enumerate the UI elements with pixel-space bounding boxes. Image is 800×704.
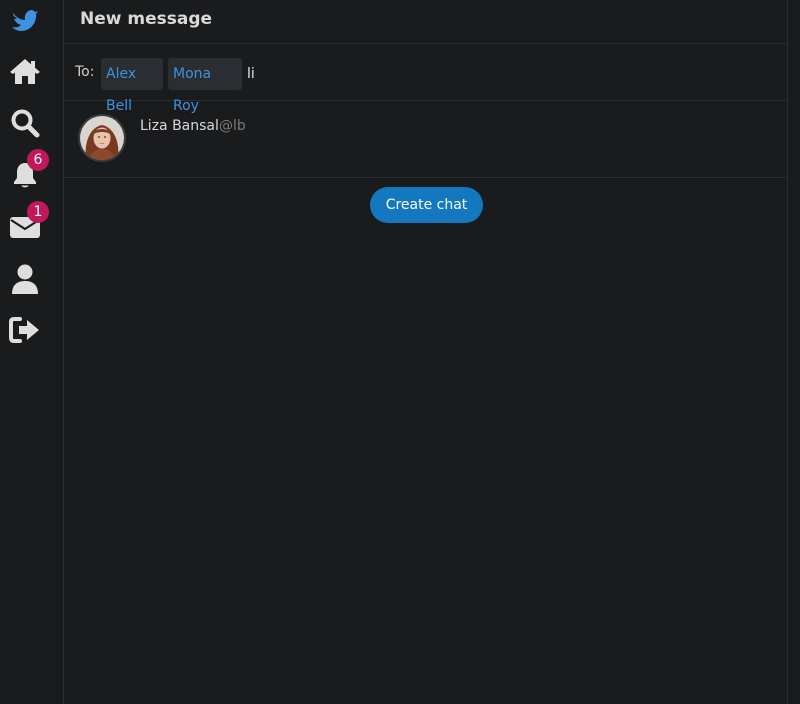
sidebar-item-messages[interactable]: 1 bbox=[0, 201, 50, 247]
recipient-chip-mona-roy[interactable]: Mona Roy bbox=[168, 58, 242, 114]
sidebar: 6 1 bbox=[0, 0, 64, 704]
notifications-badge: 6 bbox=[27, 149, 49, 171]
messages-badge: 1 bbox=[27, 201, 49, 223]
avatar bbox=[78, 114, 126, 162]
search-result-item[interactable]: Liza Bansal @lb bbox=[64, 101, 787, 178]
page-title: New message bbox=[80, 9, 213, 29]
sidebar-item-home[interactable] bbox=[0, 51, 50, 91]
new-message-panel: New message To: Alex Bell Mona Roy li Li… bbox=[64, 0, 788, 704]
recipient-row: To: Alex Bell Mona Roy bbox=[64, 44, 787, 114]
create-chat-button[interactable]: Create chat bbox=[370, 187, 483, 223]
sidebar-item-logout[interactable] bbox=[0, 310, 50, 350]
sidebar-item-search[interactable] bbox=[0, 103, 50, 143]
panel-header: New message bbox=[64, 0, 787, 44]
logo-link[interactable] bbox=[0, 0, 50, 40]
sign-out-icon bbox=[9, 317, 39, 343]
result-handle: @lb bbox=[219, 118, 246, 134]
avatar-photo bbox=[80, 116, 124, 160]
sidebar-item-notifications[interactable]: 6 bbox=[0, 149, 50, 195]
recipient-chip-alex-bell[interactable]: Alex Bell bbox=[101, 58, 163, 114]
bird-logo-icon bbox=[12, 10, 38, 31]
recipient-search-input[interactable] bbox=[247, 58, 547, 90]
sidebar-item-profile[interactable] bbox=[0, 259, 50, 299]
search-icon bbox=[11, 109, 40, 138]
home-icon bbox=[10, 59, 40, 84]
result-name: Liza Bansal bbox=[140, 118, 219, 134]
user-icon bbox=[12, 264, 38, 294]
to-label: To: bbox=[75, 64, 95, 80]
app-window: 6 1 New message To: Alex Bell Mona Roy l… bbox=[0, 0, 800, 704]
